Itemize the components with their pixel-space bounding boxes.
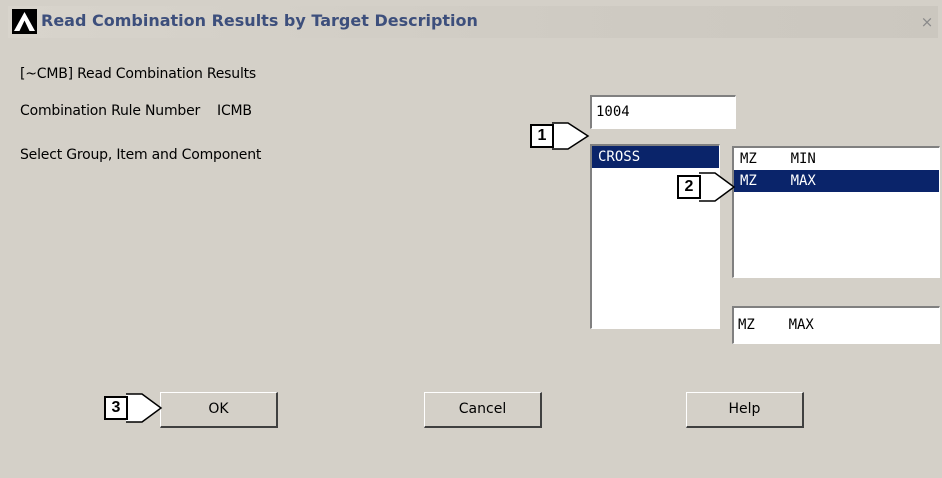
item-value-field[interactable]: MZ MAX bbox=[732, 306, 940, 344]
callout-3: 3 bbox=[104, 392, 164, 424]
rule-number-input[interactable]: 1004 bbox=[590, 95, 736, 129]
window-title: Read Combination Results by Target Descr… bbox=[41, 11, 478, 30]
callout-1-number: 1 bbox=[530, 124, 554, 148]
item-mz-min[interactable]: MZ MIN bbox=[734, 148, 939, 170]
item-mz-max[interactable]: MZ MAX bbox=[734, 170, 939, 192]
rule-number-label: Combination Rule Number ICMB bbox=[20, 103, 252, 119]
command-label: [~CMB] Read Combination Results bbox=[20, 66, 257, 82]
title-bar[interactable]: Read Combination Results by Target Descr… bbox=[8, 6, 938, 38]
callout-1: 1 bbox=[530, 121, 592, 151]
select-label: Select Group, Item and Component bbox=[20, 147, 262, 163]
help-button[interactable]: Help bbox=[686, 392, 804, 428]
item-listbox[interactable]: MZ MIN MZ MAX bbox=[732, 146, 940, 278]
ansys-logo-icon bbox=[12, 9, 37, 34]
ok-button[interactable]: OK bbox=[160, 392, 278, 428]
cancel-button[interactable]: Cancel bbox=[424, 392, 542, 428]
callout-2-number: 2 bbox=[677, 175, 701, 199]
close-button[interactable]: × bbox=[918, 14, 936, 30]
callout-2: 2 bbox=[677, 171, 737, 203]
group-item-cross[interactable]: CROSS bbox=[592, 146, 719, 168]
callout-3-number: 3 bbox=[104, 396, 128, 420]
